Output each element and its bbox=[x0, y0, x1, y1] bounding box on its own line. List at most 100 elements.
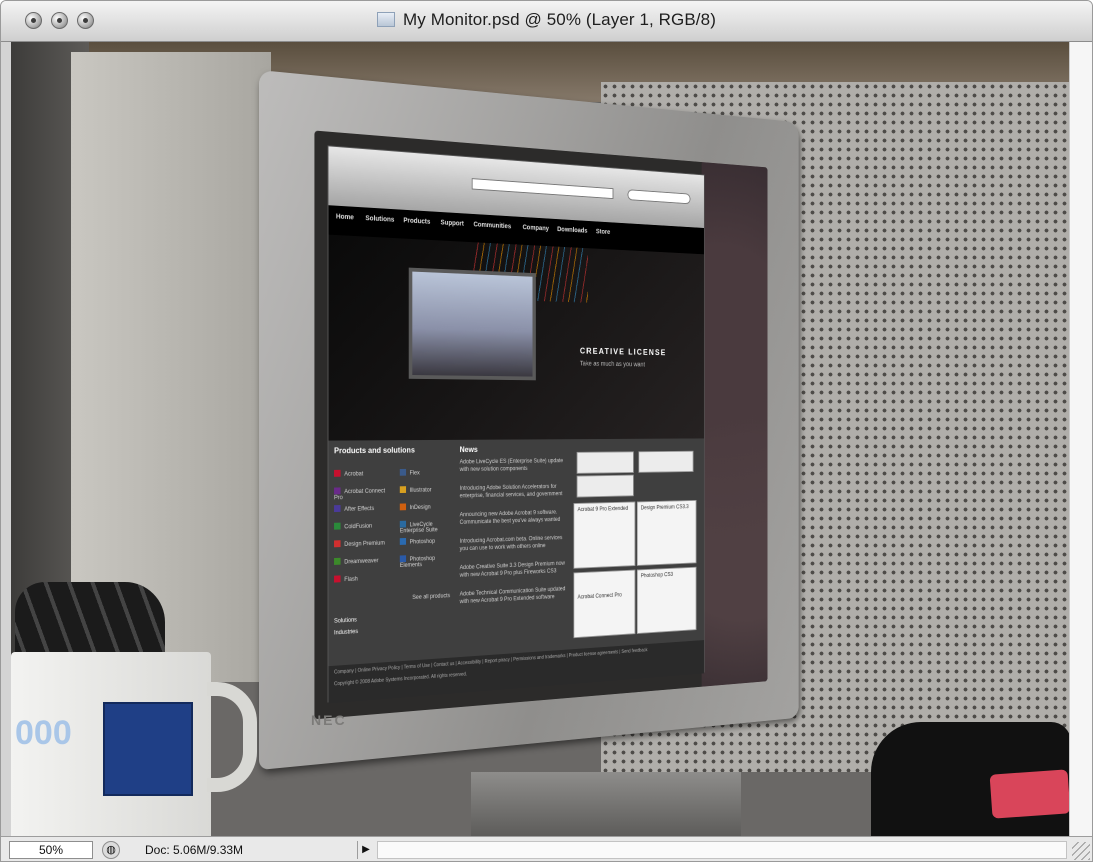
mug-logo bbox=[103, 702, 193, 796]
photo-monitor: Home Solutions Products Support Communit… bbox=[259, 70, 799, 770]
product-card: Design Premium CS3.3 bbox=[637, 500, 697, 566]
product-icon bbox=[400, 486, 406, 493]
see-all-link: See all products bbox=[412, 593, 450, 601]
status-globe-icon[interactable]: ◍ bbox=[102, 841, 120, 859]
product-icon bbox=[334, 523, 341, 530]
product-icon bbox=[334, 558, 341, 565]
nav-item: Support bbox=[441, 220, 464, 228]
nav-item: Downloads bbox=[557, 226, 587, 234]
photo-monitor-stand bbox=[471, 772, 741, 836]
card-title: Photoshop CS3 bbox=[641, 572, 673, 579]
site-hero: CREATIVE LICENSE Take as much as you wan… bbox=[328, 235, 703, 441]
product-icon bbox=[400, 469, 406, 476]
document-size-info: Doc: 5.06M/9.33M bbox=[131, 841, 351, 859]
card-title: Acrobat Connect Pro bbox=[577, 593, 621, 601]
product-card: Photoshop CS3 bbox=[637, 567, 697, 634]
product-link: Flash bbox=[334, 573, 394, 583]
card-title: Acrobat 9 Pro Extended bbox=[577, 506, 628, 513]
product-icon bbox=[334, 470, 341, 477]
products-heading: Products and solutions bbox=[334, 446, 415, 455]
title-bar[interactable]: My Monitor.psd @ 50% (Layer 1, RGB/8) bbox=[1, 1, 1092, 42]
side-link: Solutions bbox=[334, 617, 357, 624]
zoom-level-field[interactable]: 50% bbox=[9, 841, 93, 859]
product-label: Acrobat bbox=[344, 471, 363, 477]
product-link: Flex bbox=[400, 468, 458, 477]
nav-item: Communities bbox=[473, 222, 511, 231]
promo-banner bbox=[577, 451, 634, 473]
monitor-brand-logo: NEC bbox=[311, 712, 347, 728]
product-icon bbox=[400, 555, 406, 562]
nav-item: Company bbox=[523, 224, 549, 232]
card-title: Design Premium CS3.3 bbox=[641, 505, 689, 512]
product-link: Dreamweaver bbox=[334, 556, 394, 566]
hero-subtitle: Take as much as you want bbox=[580, 361, 645, 368]
product-label: ColdFusion bbox=[344, 524, 372, 531]
nav-item: Products bbox=[403, 217, 430, 225]
product-icon bbox=[334, 487, 341, 494]
photo-pink-object bbox=[990, 769, 1069, 818]
screen-wallpaper bbox=[702, 162, 768, 687]
news-item: Introducing Adobe Solution Accelerators … bbox=[460, 483, 567, 500]
window-title: My Monitor.psd @ 50% (Layer 1, RGB/8) bbox=[1, 10, 1092, 30]
news-item: Adobe LiveCycle ES (Enterprise Suite) up… bbox=[460, 458, 567, 474]
side-link: Industries bbox=[334, 629, 358, 636]
promo-banner bbox=[638, 451, 693, 473]
product-icon bbox=[334, 540, 341, 547]
browser-url-bar bbox=[472, 178, 614, 199]
nav-item: Home bbox=[336, 213, 354, 221]
product-link: InDesign bbox=[400, 502, 458, 511]
hero-title: CREATIVE LICENSE bbox=[580, 346, 667, 357]
window-title-text: My Monitor.psd @ 50% (Layer 1, RGB/8) bbox=[403, 10, 716, 29]
promo-banner bbox=[577, 475, 634, 498]
news-heading: News bbox=[460, 445, 478, 454]
news-item: Announcing new Adobe Acrobat 9 software.… bbox=[460, 509, 567, 527]
product-label: Acrobat Connect Pro bbox=[334, 489, 385, 502]
product-label: Flash bbox=[344, 577, 358, 583]
resize-grip-icon[interactable] bbox=[1072, 842, 1090, 860]
product-link: Acrobat Connect Pro bbox=[334, 486, 394, 501]
status-menu-arrow-icon[interactable]: ▶ bbox=[357, 841, 374, 859]
nav-item: Store bbox=[596, 229, 610, 236]
hero-photo bbox=[409, 268, 536, 381]
monitor-screen: Home Solutions Products Support Communit… bbox=[314, 131, 767, 720]
product-card: Acrobat Connect Pro bbox=[573, 570, 635, 639]
product-link: Photoshop Elements bbox=[400, 553, 458, 569]
photo-pens bbox=[15, 582, 165, 662]
product-label: Illustrator bbox=[410, 488, 432, 494]
product-link: ColdFusion bbox=[334, 521, 394, 531]
product-link: After Effects bbox=[334, 504, 394, 513]
browser-search-field bbox=[628, 189, 691, 204]
news-item: Introducing Acrobat.com beta. Online ser… bbox=[460, 534, 567, 553]
product-label: Flex bbox=[410, 471, 420, 477]
product-icon bbox=[400, 503, 406, 510]
product-link: LiveCycle Enterprise Suite bbox=[400, 519, 458, 534]
product-icon bbox=[400, 538, 406, 545]
product-card: Acrobat 9 Pro Extended bbox=[573, 502, 635, 569]
horizontal-scrollbar[interactable] bbox=[377, 841, 1067, 859]
news-item: Adobe Creative Suite 3.3 Design Premium … bbox=[460, 560, 567, 580]
product-icon bbox=[334, 505, 341, 512]
mug-text: 000 bbox=[15, 714, 72, 753]
product-icon bbox=[400, 521, 406, 528]
product-label: Dreamweaver bbox=[344, 558, 378, 565]
nav-item: Solutions bbox=[365, 215, 394, 223]
product-link: Photoshop bbox=[400, 536, 458, 546]
photoshop-document-window: My Monitor.psd @ 50% (Layer 1, RGB/8) Ho… bbox=[0, 0, 1093, 862]
document-canvas[interactable]: Home Solutions Products Support Communit… bbox=[11, 42, 1069, 836]
product-icon bbox=[334, 575, 341, 582]
site-content: Products and solutions Acrobat Acrobat Co… bbox=[328, 438, 703, 666]
news-item: Adobe Technical Communication Suite upda… bbox=[460, 586, 567, 606]
vertical-scrollbar[interactable] bbox=[1069, 42, 1093, 836]
product-label: Design Premium bbox=[344, 541, 385, 548]
photo-mug-handle bbox=[207, 682, 257, 792]
product-label: After Effects bbox=[344, 506, 374, 513]
product-link: Illustrator bbox=[400, 485, 458, 494]
product-label: Photoshop bbox=[410, 539, 435, 546]
status-bar: 50% ◍ Doc: 5.06M/9.33M ▶ bbox=[1, 836, 1093, 862]
psd-document-icon bbox=[377, 12, 395, 27]
canvas-left-border bbox=[1, 42, 11, 836]
product-link: Acrobat bbox=[334, 469, 394, 478]
browser-window: Home Solutions Products Support Communit… bbox=[328, 145, 705, 702]
product-link: Design Premium bbox=[334, 538, 394, 548]
product-label: InDesign bbox=[410, 505, 431, 511]
